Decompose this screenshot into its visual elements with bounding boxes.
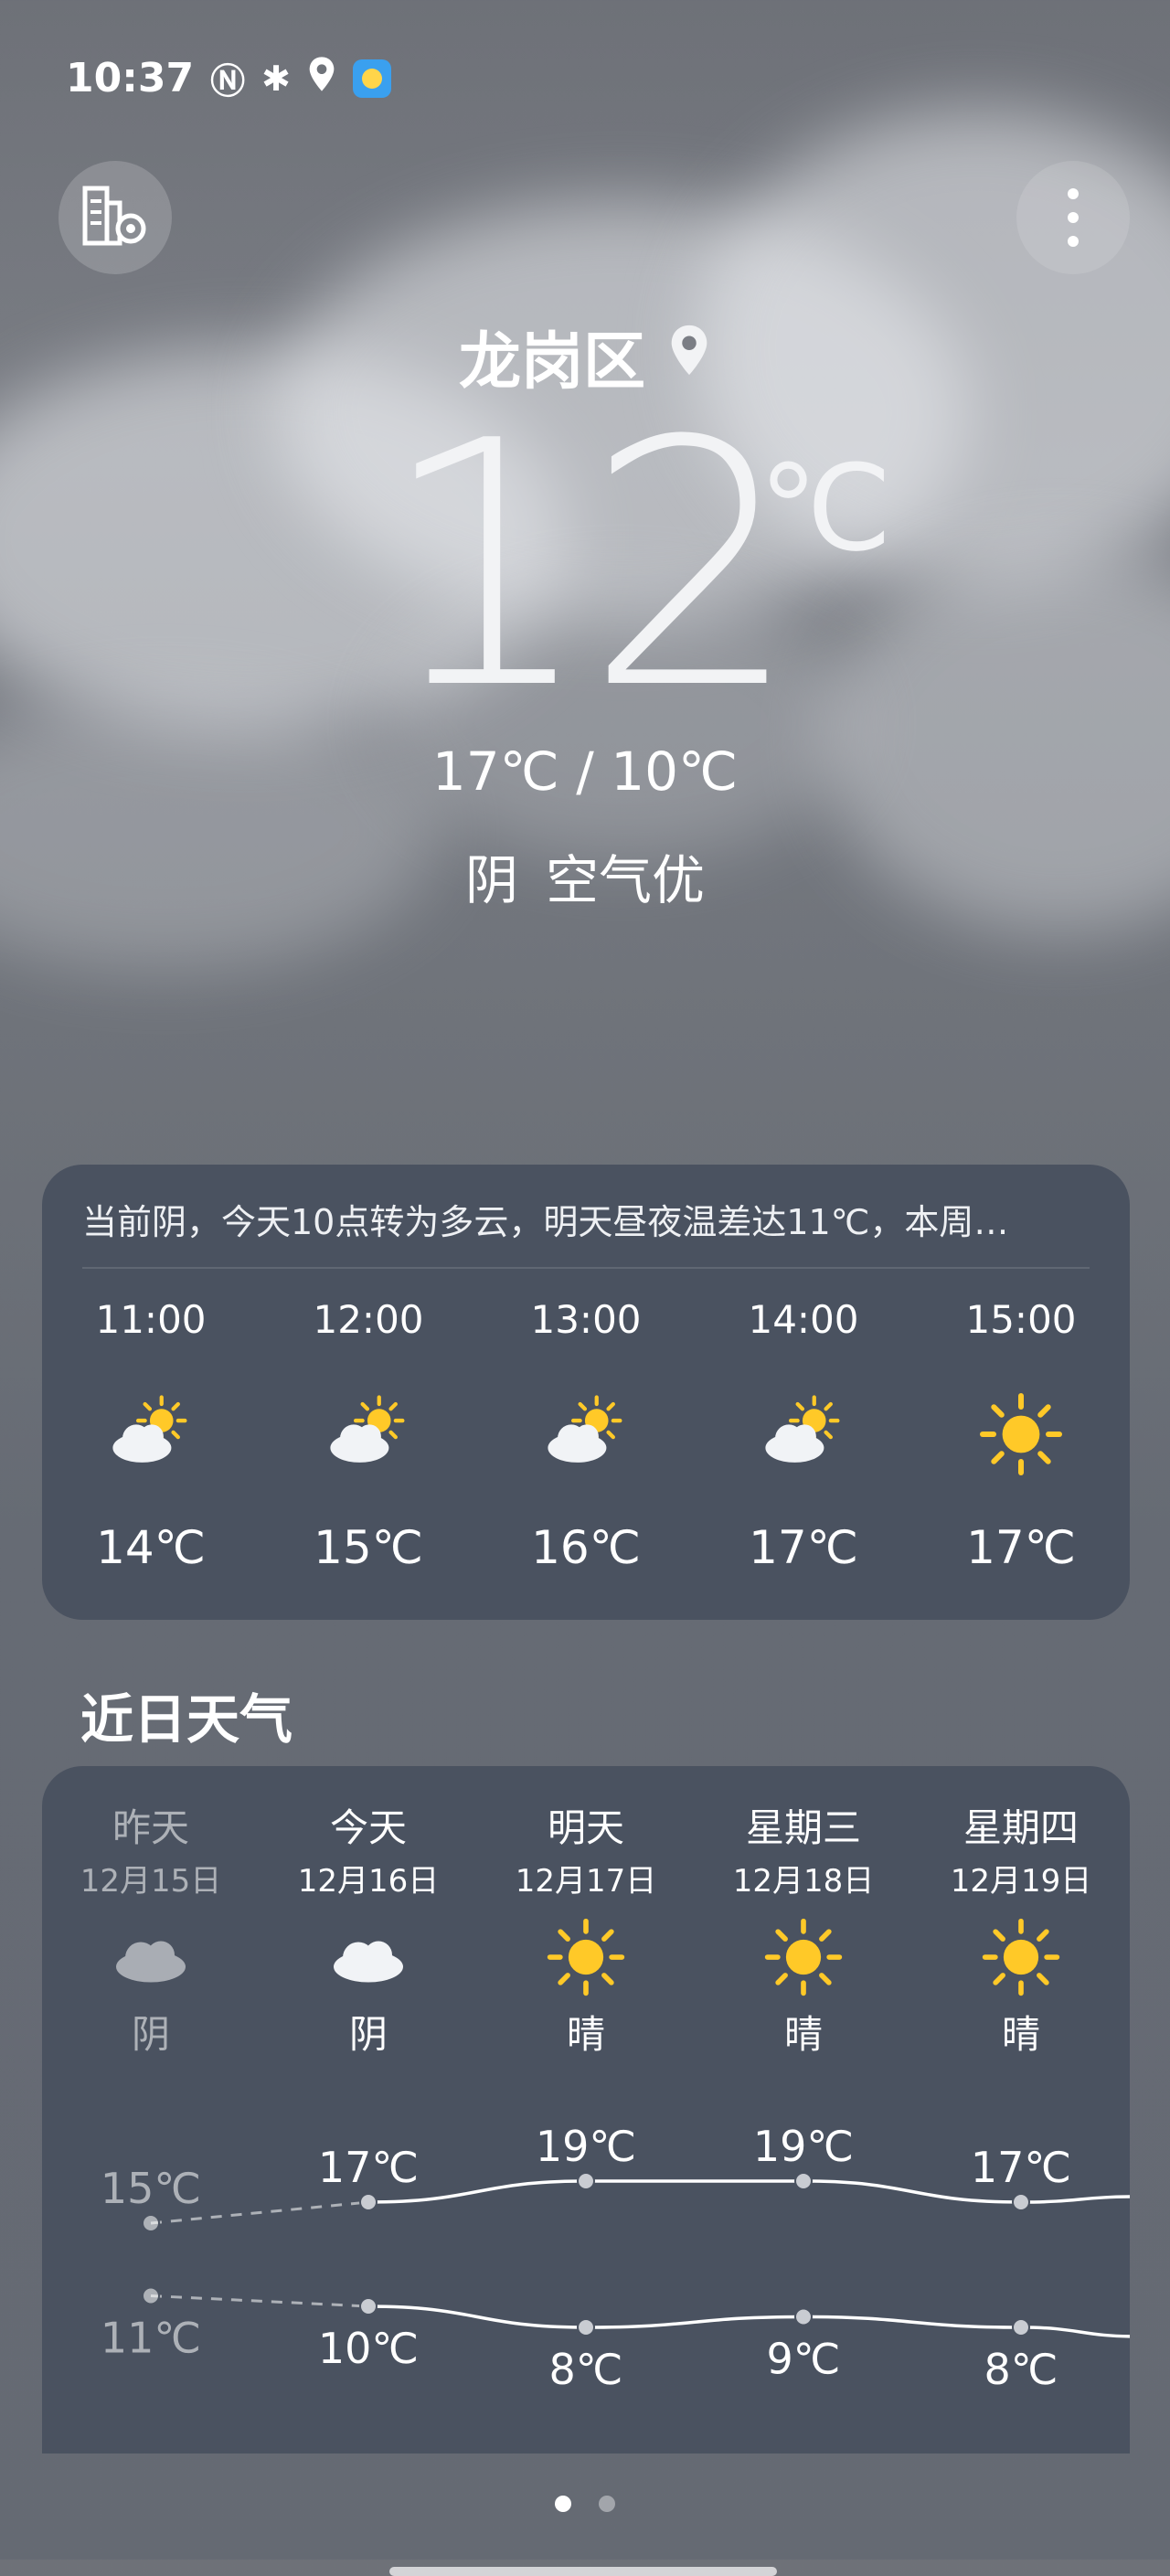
hour-time: 14:00 xyxy=(748,1297,859,1342)
low-temp-label: 10℃ xyxy=(318,2324,419,2373)
location-icon xyxy=(307,56,336,101)
high-temp-point xyxy=(142,2214,160,2232)
high-temp-point xyxy=(359,2193,378,2211)
daily-forecast-card[interactable]: 昨天 12月15日 阴今天 12月16日 阴明天 12月17日 晴星期三 12月… xyxy=(42,1766,1130,2454)
high-temp-label: 15℃ xyxy=(101,2164,201,2213)
air-quality: 空气优 xyxy=(546,849,706,911)
hourly-item: 12:00 15℃ xyxy=(260,1293,477,1574)
divider xyxy=(82,1267,1090,1269)
hour-temp: 17℃ xyxy=(966,1521,1076,1574)
hour-temp: 15℃ xyxy=(314,1521,423,1574)
forecast-summary: 当前阴，今天10点转为多云，明天昼夜温差达11℃，本周… xyxy=(82,1202,1009,1242)
temperature-trend-chart: 15℃ 17℃ 19℃ 19℃ 17℃ 11℃ 10℃ 8℃ 9℃ 8℃ xyxy=(101,2122,1130,2394)
hour-temp: 17℃ xyxy=(749,1521,858,1574)
high-temp-label: 19℃ xyxy=(536,2122,636,2171)
partly-cloudy-icon xyxy=(477,1347,695,1521)
low-temp-point xyxy=(142,2286,160,2305)
partly-cloudy-icon xyxy=(695,1347,912,1521)
high-temp-point xyxy=(794,2172,813,2190)
hourly-item: 11:00 14℃ xyxy=(42,1293,260,1574)
hour-time: 15:00 xyxy=(965,1297,1077,1342)
bluetooth-icon: ✱ xyxy=(261,58,291,99)
hour-temp: 14℃ xyxy=(96,1521,206,1574)
low-temp-label: 8℃ xyxy=(984,2345,1058,2394)
low-temp-point xyxy=(1012,2318,1030,2336)
low-temp-point xyxy=(359,2297,378,2315)
partly-cloudy-icon xyxy=(260,1347,477,1521)
low-temp-point xyxy=(577,2318,595,2336)
hourly-forecast-card[interactable]: 当前阴，今天10点转为多云，明天昼夜温差达11℃，本周… 11:00 14℃ 12… xyxy=(42,1165,1130,1620)
partly-cloudy-icon xyxy=(42,1347,260,1521)
low-temp-label: 11℃ xyxy=(101,2314,201,2363)
low-temp-label: 9℃ xyxy=(767,2335,841,2384)
hourly-item: 14:00 17℃ xyxy=(695,1293,912,1574)
hour-time: 12:00 xyxy=(313,1297,424,1342)
today-temp-range: 17℃ / 10℃ xyxy=(431,740,739,803)
hour-temp: 16℃ xyxy=(531,1521,641,1574)
more-options-button[interactable] xyxy=(1016,161,1130,274)
current-temperature: 12 xyxy=(378,370,801,763)
hour-time: 13:00 xyxy=(530,1297,642,1342)
hourly-item: 15:00 17℃ xyxy=(912,1293,1130,1574)
high-temp-point xyxy=(577,2172,595,2190)
high-temp-label: 19℃ xyxy=(753,2122,854,2171)
hour-time: 11:00 xyxy=(95,1297,207,1342)
home-indicator[interactable] xyxy=(389,2567,777,2576)
nfc-icon: Ⓝ xyxy=(210,61,246,101)
high-temp-point xyxy=(1012,2193,1030,2211)
low-temp-past-line xyxy=(150,2294,369,2308)
sunny-icon xyxy=(912,1347,1130,1521)
page-dot-active xyxy=(555,2496,571,2512)
low-temp-point xyxy=(794,2307,813,2326)
page-indicator xyxy=(0,2496,1170,2512)
status-bar: 10:37 Ⓝ ✱ xyxy=(66,53,391,103)
low-temp-label: 8℃ xyxy=(549,2345,623,2394)
page-dot xyxy=(599,2496,615,2512)
more-vertical-icon xyxy=(1068,188,1079,247)
city-management-button[interactable] xyxy=(58,161,172,274)
status-time: 10:37 xyxy=(66,55,195,101)
city-settings-icon xyxy=(80,183,151,252)
current-condition: 阴 xyxy=(464,849,518,911)
high-temp-label: 17℃ xyxy=(318,2143,419,2192)
daily-forecast-title: 近日天气 xyxy=(80,1688,293,1751)
hourly-item: 13:00 16℃ xyxy=(477,1293,695,1574)
temperature-unit: ℃ xyxy=(759,439,892,578)
current-condition-line[interactable]: 阴空气优 xyxy=(0,837,1170,914)
weather-app-icon xyxy=(352,59,391,98)
high-temp-label: 17℃ xyxy=(971,2143,1071,2192)
